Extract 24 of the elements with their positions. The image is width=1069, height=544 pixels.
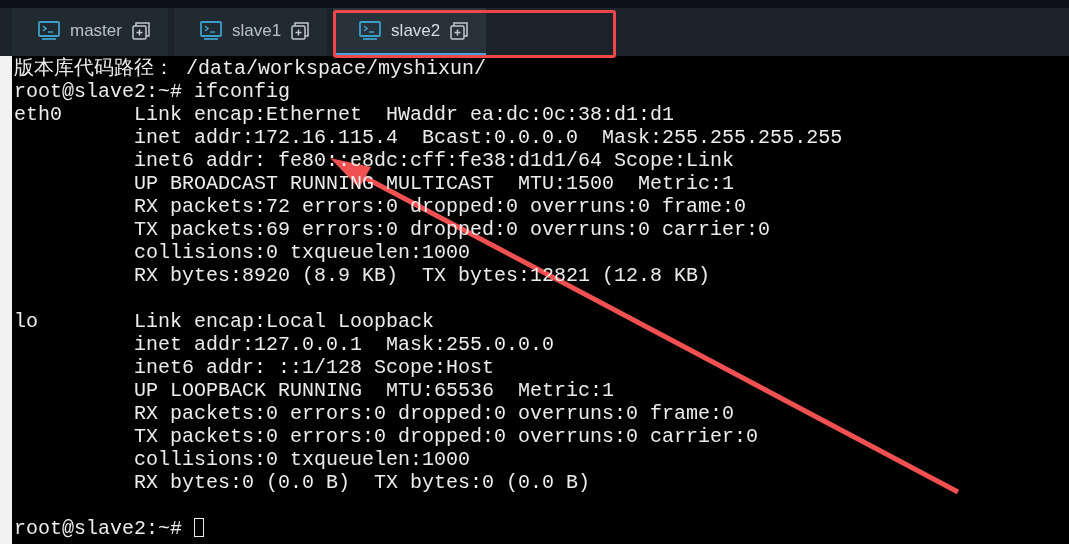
terminal-icon — [38, 20, 60, 41]
duplicate-icon[interactable] — [450, 21, 469, 40]
terminal-line: eth0 Link encap:Ethernet HWaddr ea:dc:0c:38:d1:d1 — [14, 103, 676, 126]
terminal-line: root@slave2:~# — [14, 517, 1069, 540]
terminal-line: UP BROADCAST RUNNING MULTICAST MTU:1500 Metric:1 — [133, 172, 736, 195]
terminal-tab[interactable]: slave1 — [173, 8, 328, 56]
terminal-line: inet addr:127.0.0.1 Mask:255.0.0.0 — [133, 333, 556, 356]
terminal-tab[interactable]: master — [12, 8, 168, 56]
duplicate-icon[interactable] — [131, 21, 150, 40]
terminal-line: inet addr:172.16.115.4 Bcast:0.0.0.0 Mask:255.255.255.255 — [133, 126, 844, 149]
terminal-line: collisions:0 txqueuelen:1000 — [133, 448, 472, 471]
terminal-line: RX bytes:0 (0.0 B) TX bytes:0 (0.0 B) — [133, 471, 592, 494]
terminal-line: inet6 addr: fe80::e8dc:cff:fe38:d1d1/64 Scope:Link — [133, 149, 736, 172]
terminal-icon — [199, 20, 222, 41]
terminal-line: lo Link encap:Local Loopback — [14, 310, 436, 333]
terminal-line: TX packets:0 errors:0 dropped:0 overruns:0 carrier:0 — [133, 425, 760, 448]
terminal-line: 版本库代码路径： /data/workspace/myshixun/ — [14, 57, 488, 80]
terminal-line: RX packets:0 errors:0 dropped:0 overruns:0 frame:0 — [133, 402, 736, 425]
terminal-line: inet6 addr: ::1/128 Scope:Host — [133, 356, 496, 379]
terminal-icon — [359, 20, 382, 41]
terminal-line: root@slave2:~# ifconfig — [14, 80, 292, 103]
terminal-line: collisions:0 txqueuelen:1000 — [133, 241, 472, 264]
terminal-line: UP LOOPBACK RUNNING MTU:65536 Metric:1 — [133, 379, 616, 402]
duplicate-icon[interactable] — [291, 21, 310, 40]
